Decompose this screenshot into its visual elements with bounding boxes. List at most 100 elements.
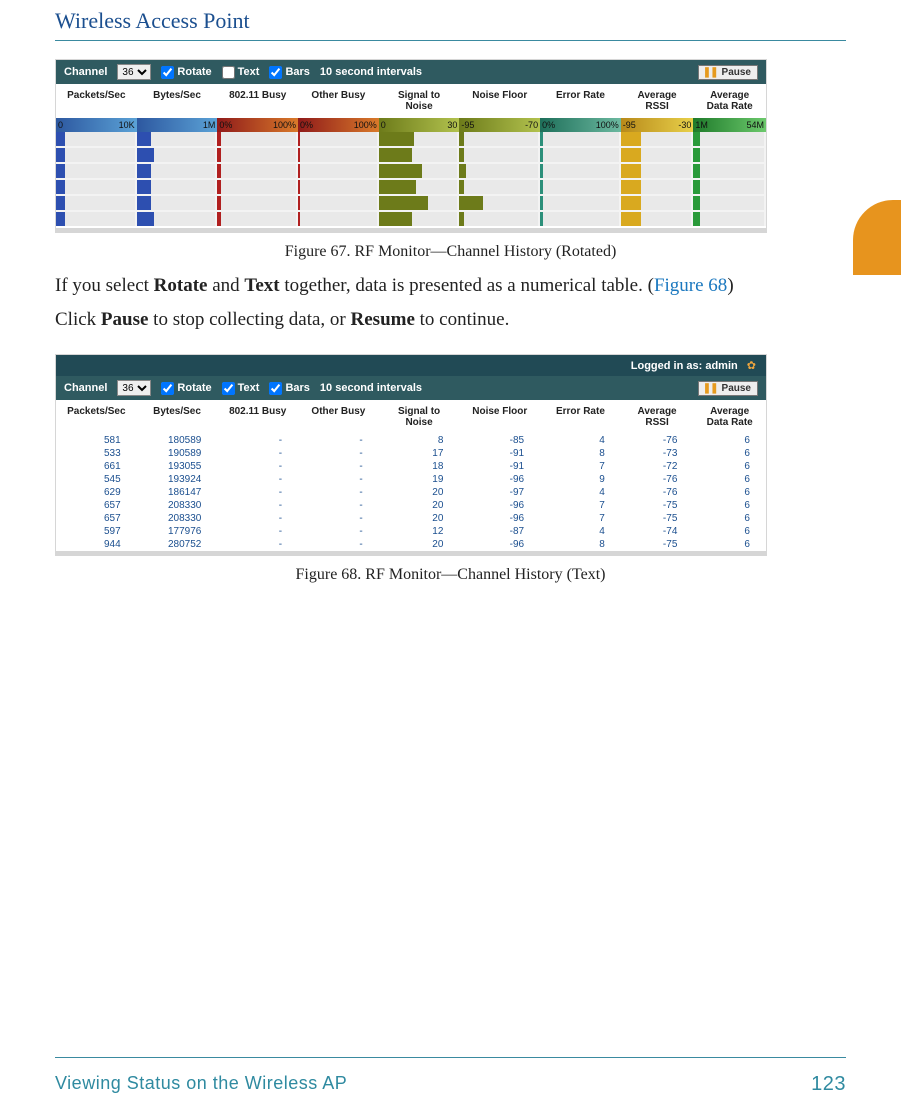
bar-cell <box>379 148 458 162</box>
table-cell: - <box>217 461 298 472</box>
scale-cell: 1M <box>137 118 218 132</box>
table-cell: 186147 <box>137 487 218 498</box>
bar-cell <box>217 132 296 146</box>
fig67-scale-row: 010K1M0%100%0%100%030-95-700%100%-95-301… <box>56 118 766 132</box>
bar-cell <box>459 148 538 162</box>
bars-checkbox-2[interactable] <box>269 382 282 395</box>
bar-cell <box>621 196 692 210</box>
rotate-checkbox[interactable] <box>161 66 174 79</box>
table-cell: 6 <box>693 448 766 459</box>
table-cell: 20 <box>379 539 460 550</box>
table-cell: 6 <box>693 539 766 550</box>
bar-cell <box>217 180 296 194</box>
fig68-data-rows: 581180589--8-854-766533190589--17-918-73… <box>56 434 766 551</box>
table-cell: 6 <box>693 500 766 511</box>
column-header: AverageData Rate <box>693 404 766 430</box>
table-row: 597177976--12-874-746 <box>56 525 766 538</box>
text-label: Text <box>238 66 260 78</box>
table-cell: -76 <box>621 487 694 498</box>
bar-cell <box>693 132 764 146</box>
channel-select[interactable]: 36 <box>117 64 151 80</box>
footer-rule <box>55 1057 846 1058</box>
column-header: Error Rate <box>540 404 621 430</box>
bar-cell <box>621 132 692 146</box>
pause-button-2[interactable]: ❚❚ Pause <box>698 381 758 396</box>
bar-cell <box>379 132 458 146</box>
table-cell: 629 <box>56 487 137 498</box>
scale-cell: 1M54M <box>693 118 766 132</box>
pause-icon-2: ❚❚ <box>703 383 718 394</box>
column-header: Signal toNoise <box>379 404 460 430</box>
table-cell: 661 <box>56 461 137 472</box>
table-cell: - <box>217 500 298 511</box>
table-cell: 6 <box>693 487 766 498</box>
column-header: AverageRSSI <box>621 404 694 430</box>
bar-cell <box>693 164 764 178</box>
bar-cell <box>693 180 764 194</box>
bars-checkbox[interactable] <box>269 66 282 79</box>
table-cell: 19 <box>379 474 460 485</box>
table-row: 657208330--20-967-756 <box>56 512 766 525</box>
table-cell: - <box>298 500 379 511</box>
bar-cell <box>459 196 538 210</box>
bar-cell <box>298 196 377 210</box>
table-cell: 533 <box>56 448 137 459</box>
scale-cell: -95-70 <box>459 118 540 132</box>
bar-cell <box>459 180 538 194</box>
figure-68-link[interactable]: Figure 68 <box>654 275 727 296</box>
figure-68-screenshot: Logged in as: admin ✿ Channel 36 Rotate … <box>55 354 767 556</box>
column-header: Other Busy <box>298 404 379 430</box>
bar-cell <box>137 212 216 226</box>
table-cell: - <box>298 539 379 550</box>
pause-label: Pause <box>722 67 751 78</box>
pause-button[interactable]: ❚❚ Pause <box>698 65 758 80</box>
text-checkbox[interactable] <box>222 66 235 79</box>
text-checkbox-wrap: Text <box>222 66 260 79</box>
table-cell: -96 <box>459 474 540 485</box>
fig68-toolbar: Channel 36 Rotate Text Bars 10 second in… <box>56 376 766 400</box>
table-cell: - <box>217 448 298 459</box>
bar-row <box>56 212 766 226</box>
table-cell: 581 <box>56 435 137 446</box>
table-cell: - <box>298 474 379 485</box>
bar-cell <box>56 180 135 194</box>
text-checkbox-2[interactable] <box>222 382 235 395</box>
scale-cell: 0%100% <box>298 118 379 132</box>
column-header: AverageData Rate <box>693 88 766 114</box>
channel-label: Channel <box>64 66 107 78</box>
table-cell: 657 <box>56 500 137 511</box>
table-cell: -87 <box>459 526 540 537</box>
bar-cell <box>379 212 458 226</box>
channel-label-2: Channel <box>64 382 107 394</box>
rotate-checkbox-2[interactable] <box>161 382 174 395</box>
bar-row <box>56 180 766 194</box>
bar-row <box>56 132 766 146</box>
gear-icon[interactable]: ✿ <box>747 360 756 372</box>
table-cell: 7 <box>540 513 621 524</box>
column-header: Noise Floor <box>459 404 540 430</box>
table-cell: -97 <box>459 487 540 498</box>
figure-67-caption: Figure 67. RF Monitor—Channel History (R… <box>55 243 846 261</box>
bar-cell <box>540 212 619 226</box>
bars-checkbox-wrap: Bars <box>269 66 309 79</box>
table-cell: 944 <box>56 539 137 550</box>
p1-pre: If you select <box>55 275 154 296</box>
p1-b2: Text <box>244 275 279 296</box>
bar-cell <box>540 196 619 210</box>
bar-cell <box>56 212 135 226</box>
table-cell: -85 <box>459 435 540 446</box>
p2-post: to continue. <box>415 309 509 330</box>
channel-select-2[interactable]: 36 <box>117 380 151 396</box>
table-cell: -75 <box>621 513 694 524</box>
table-cell: 180589 <box>137 435 218 446</box>
table-cell: 9 <box>540 474 621 485</box>
bar-cell <box>298 148 377 162</box>
bar-cell <box>621 212 692 226</box>
fig67-toolbar: Channel 36 Rotate Text Bars 10 second in… <box>56 60 766 84</box>
bar-cell <box>379 164 458 178</box>
column-header: AverageRSSI <box>621 88 694 114</box>
column-header: 802.11 Busy <box>217 88 298 114</box>
table-cell: 6 <box>693 474 766 485</box>
bar-cell <box>298 132 377 146</box>
bar-cell <box>379 196 458 210</box>
